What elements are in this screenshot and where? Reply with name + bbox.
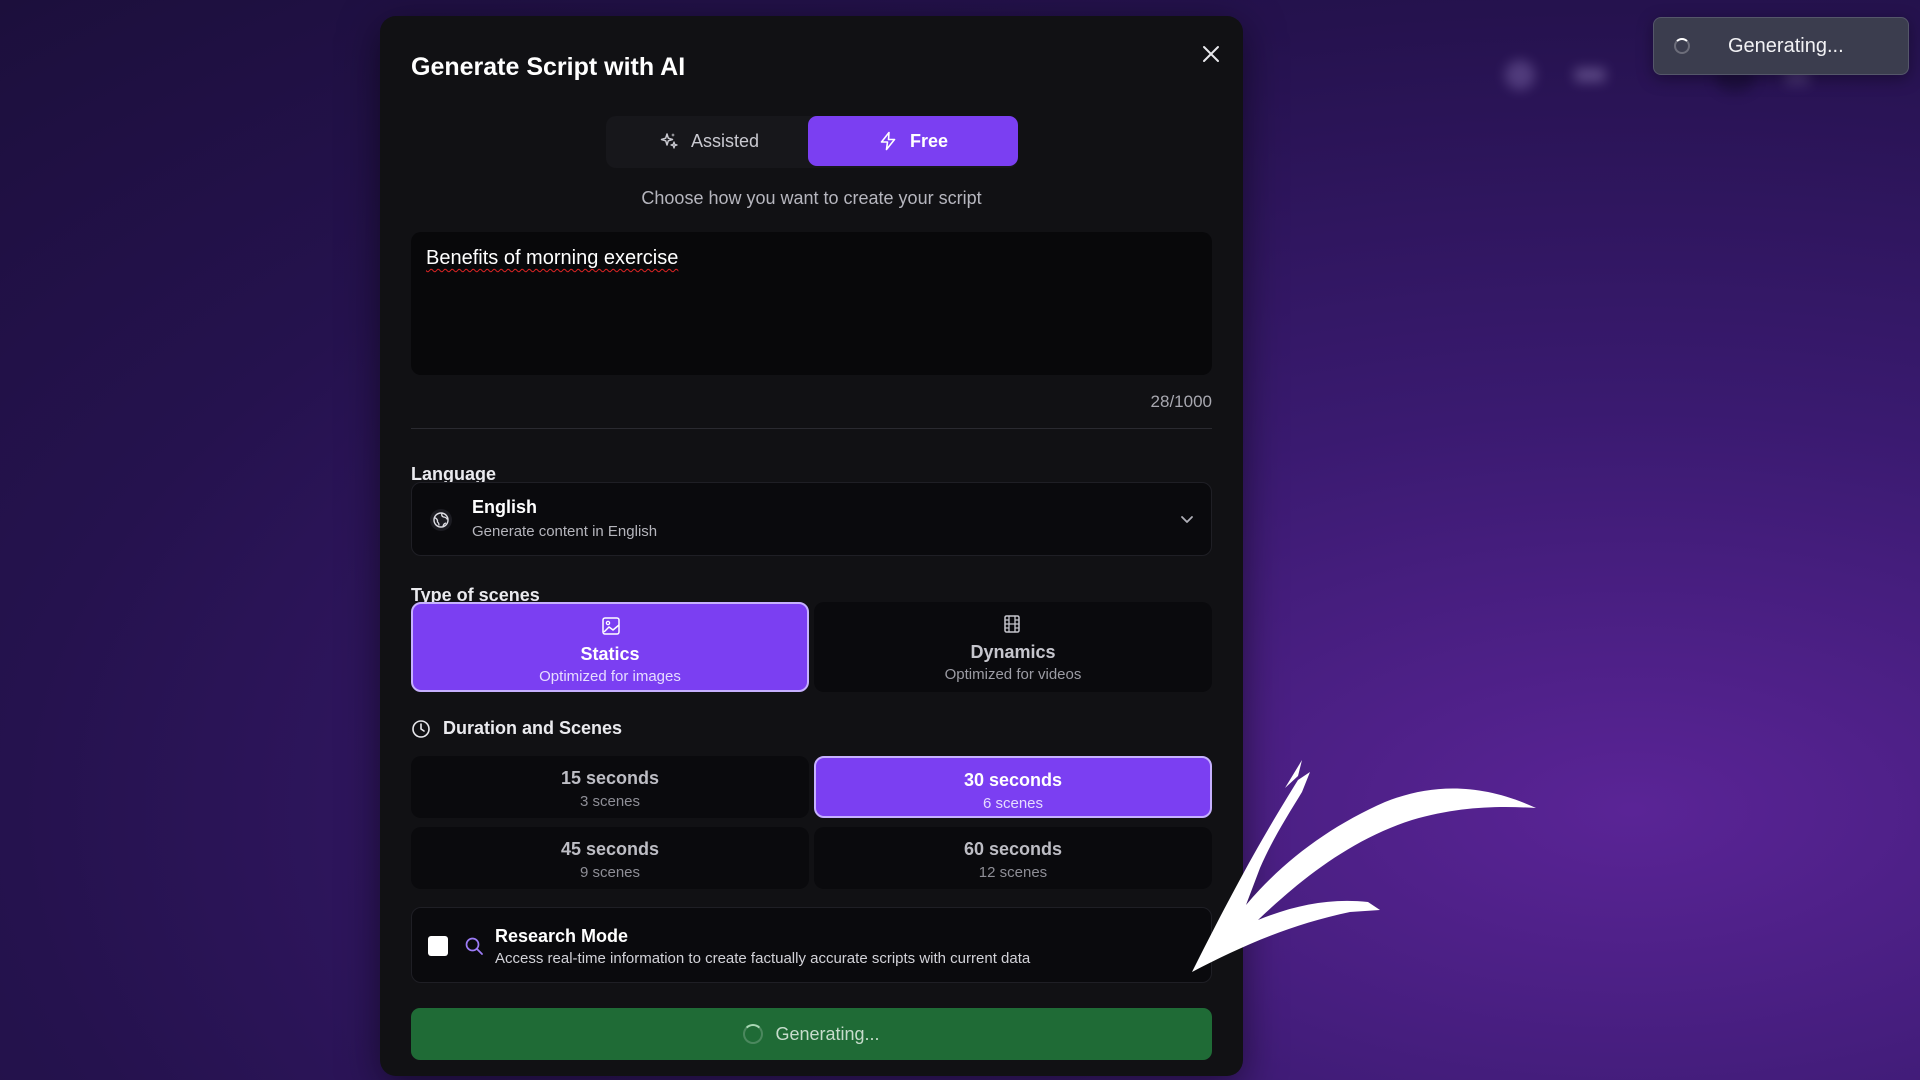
lightning-icon xyxy=(880,131,896,151)
toast-text: Generating... xyxy=(1728,34,1844,57)
duration-30-scenes: 6 scenes xyxy=(982,795,1044,812)
duration-option-30[interactable]: 30 seconds 6 scenes xyxy=(814,756,1212,818)
annotation-arrow xyxy=(1192,760,1536,972)
language-name: English xyxy=(472,497,538,517)
duration-option-60[interactable]: 60 seconds 12 scenes xyxy=(814,827,1212,889)
generate-script-modal: Generate Script with AI Assisted Free Ch… xyxy=(380,16,1243,1076)
chevron-down-icon xyxy=(1181,516,1193,523)
research-mode-panel: Research Mode Access real-time informati… xyxy=(411,907,1212,983)
duration-label: Duration and Scenes xyxy=(443,718,623,738)
spinner-icon xyxy=(1674,38,1690,54)
duration-option-45[interactable]: 45 seconds 9 scenes xyxy=(411,827,809,889)
scene-type-statics[interactable]: Statics Optimized for images xyxy=(411,602,809,692)
tab-assisted-label: Assisted xyxy=(690,130,760,151)
research-mode-description: Access real-time information to create f… xyxy=(495,950,1031,967)
tab-free[interactable]: Free xyxy=(808,116,1018,166)
mode-subtitle: Choose how you want to create your scrip… xyxy=(641,188,982,208)
research-mode-title: Research Mode xyxy=(495,926,629,946)
film-icon xyxy=(1004,615,1020,633)
mode-toggle: Assisted Free xyxy=(606,116,1018,168)
duration-45-title: 45 seconds xyxy=(560,839,660,859)
scene-type-dynamics[interactable]: Dynamics Optimized for videos xyxy=(814,602,1212,692)
generate-button-label: Generating... xyxy=(775,1023,880,1044)
sparkles-icon xyxy=(660,133,678,149)
duration-15-scenes: 3 scenes xyxy=(579,793,641,810)
duration-60-scenes: 12 scenes xyxy=(978,864,1048,881)
char-count: 28/1000 xyxy=(1150,392,1212,411)
spinner-icon xyxy=(743,1024,764,1044)
clock-icon xyxy=(412,719,430,738)
generate-button[interactable]: Generating... xyxy=(411,1008,1212,1060)
duration-60-title: 60 seconds xyxy=(963,839,1063,859)
duration-45-scenes: 9 scenes xyxy=(579,864,641,881)
scene-statics-subtitle: Optimized for images xyxy=(539,668,681,685)
duration-option-15[interactable]: 15 seconds 3 scenes xyxy=(411,756,809,818)
scene-dynamics-title: Dynamics xyxy=(970,642,1056,662)
language-select[interactable]: English Generate content in English xyxy=(411,482,1212,556)
divider xyxy=(411,428,1212,429)
duration-30-title: 30 seconds xyxy=(963,770,1063,790)
scene-dynamics-subtitle: Optimized for videos xyxy=(944,666,1082,683)
modal-title: Generate Script with AI xyxy=(411,53,686,81)
globe-icon xyxy=(430,509,452,531)
close-button[interactable] xyxy=(1195,38,1227,70)
prompt-textarea[interactable]: Benefits of morning exercise xyxy=(411,232,1212,375)
duration-header: Duration and Scenes xyxy=(411,718,622,739)
search-icon xyxy=(465,937,483,955)
close-icon xyxy=(1203,46,1219,62)
generating-toast: Generating... xyxy=(1653,17,1909,75)
scene-statics-title: Statics xyxy=(580,644,640,664)
prompt-text: Benefits of morning exercise xyxy=(426,247,679,269)
tab-assisted[interactable]: Assisted xyxy=(606,116,812,166)
duration-15-title: 15 seconds xyxy=(560,768,660,788)
research-mode-checkbox[interactable] xyxy=(428,936,448,956)
tab-free-label: Free xyxy=(909,130,949,151)
language-description: Generate content in English xyxy=(472,523,658,540)
image-icon xyxy=(602,617,620,635)
